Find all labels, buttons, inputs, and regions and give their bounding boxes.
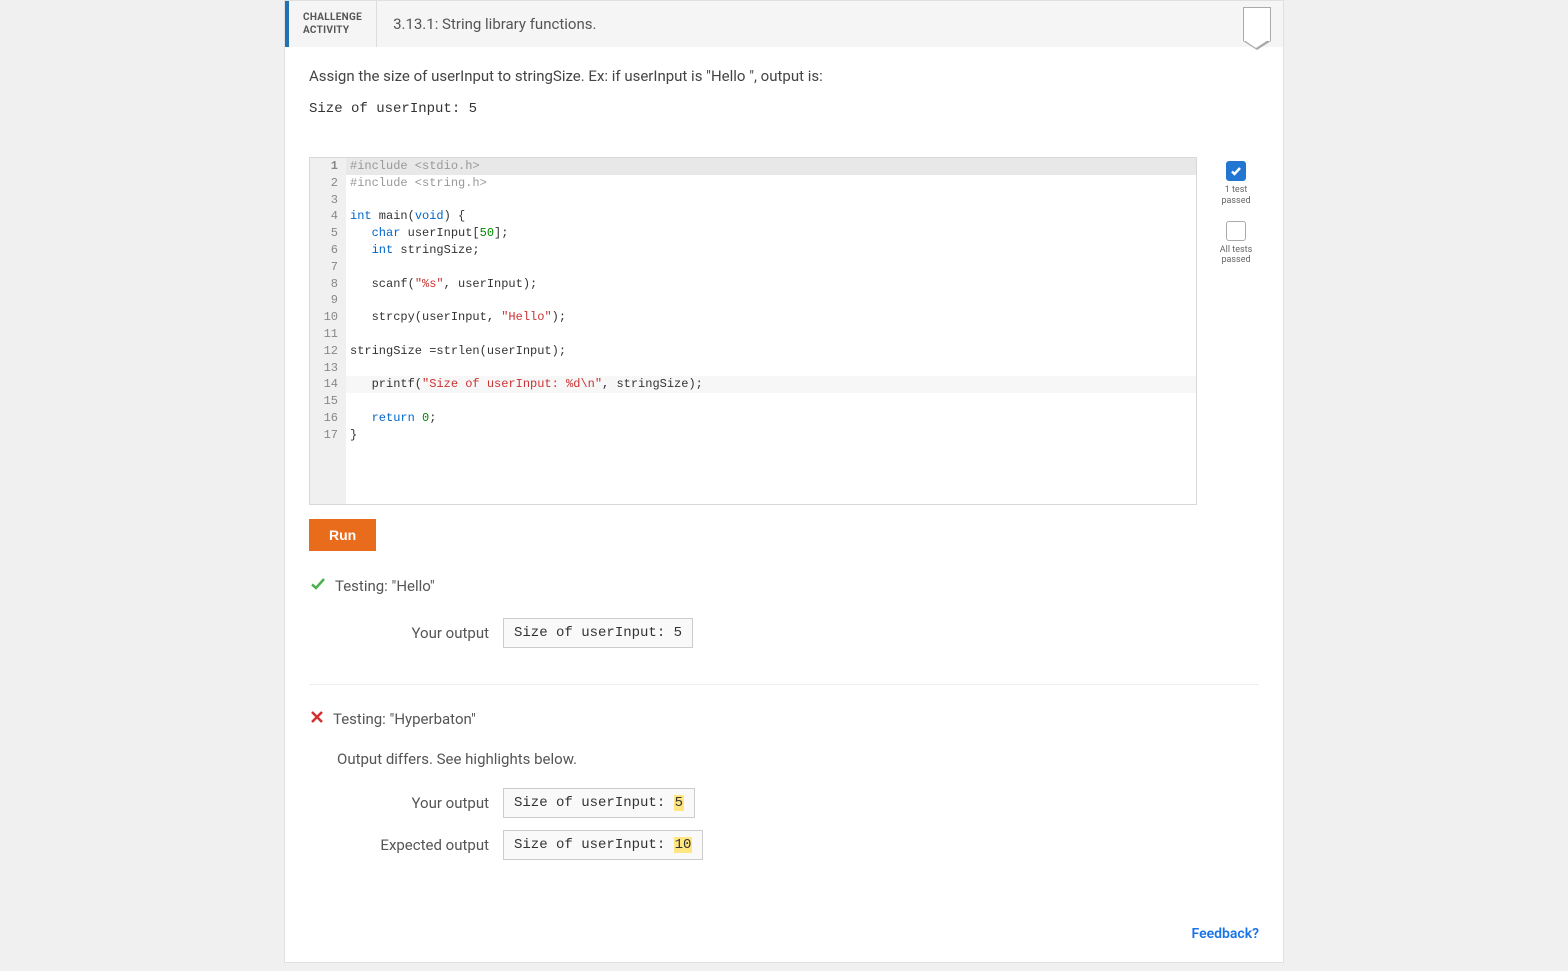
line-number: 9 xyxy=(310,292,346,309)
editor-wrap: 1#include <stdio.h>2#include <string.h>3… xyxy=(309,157,1259,505)
one-test-text: 1 test passed xyxy=(1213,185,1259,207)
line-number: 2 xyxy=(310,175,346,192)
line-number: 8 xyxy=(310,276,346,293)
code-line[interactable]: 16 return 0; xyxy=(310,410,1196,427)
code-line[interactable]: 1#include <stdio.h> xyxy=(310,158,1196,175)
code-editor[interactable]: 1#include <stdio.h>2#include <string.h>3… xyxy=(309,157,1197,505)
all-tests-text: All tests passed xyxy=(1213,245,1259,267)
output-label: Expected output xyxy=(369,836,489,854)
line-number: 16 xyxy=(310,410,346,427)
code-line[interactable]: 8 scanf("%s", userInput); xyxy=(310,276,1196,293)
diff-message: Output differs. See highlights below. xyxy=(337,750,1259,768)
cross-icon xyxy=(309,709,325,730)
output-label: Your output xyxy=(369,624,489,642)
code-text[interactable]: #include <string.h> xyxy=(346,175,1196,192)
code-line[interactable]: 17} xyxy=(310,427,1196,444)
code-line[interactable]: 5 char userInput[50]; xyxy=(310,225,1196,242)
line-number: 11 xyxy=(310,326,346,343)
challenge-label-1: CHALLENGE xyxy=(303,11,362,24)
line-number: 10 xyxy=(310,309,346,326)
code-line[interactable]: 7 xyxy=(310,259,1196,276)
code-line[interactable]: 4int main(void) { xyxy=(310,208,1196,225)
feedback-link[interactable]: Feedback? xyxy=(1192,926,1259,942)
line-number: 17 xyxy=(310,427,346,444)
output-row: Your output Size of userInput: 5 xyxy=(369,788,1259,818)
line-number: 6 xyxy=(310,242,346,259)
code-line[interactable]: 11 xyxy=(310,326,1196,343)
all-tests-passed-icon xyxy=(1226,221,1246,241)
code-text[interactable]: strcpy(userInput, "Hello"); xyxy=(346,309,1196,326)
code-text[interactable] xyxy=(346,360,1196,377)
instruction-text: Assign the size of userInput to stringSi… xyxy=(309,67,1259,85)
code-text[interactable] xyxy=(346,259,1196,276)
output-value: Size of userInput: 10 xyxy=(503,830,703,860)
output-row: Expected output Size of userInput: 10 xyxy=(369,830,1259,860)
code-text[interactable]: } xyxy=(346,427,1196,444)
line-number: 5 xyxy=(310,225,346,242)
line-number: 15 xyxy=(310,393,346,410)
code-text[interactable] xyxy=(346,393,1196,410)
example-output: Size of userInput: 5 xyxy=(309,101,1259,117)
line-number: 12 xyxy=(310,343,346,360)
test-block: Testing: "Hyperbaton" Output differs. See… xyxy=(309,709,1259,896)
code-line[interactable]: 10 strcpy(userInput, "Hello"); xyxy=(310,309,1196,326)
line-number: 4 xyxy=(310,208,346,225)
code-line[interactable]: 12stringSize =strlen(userInput); xyxy=(310,343,1196,360)
challenge-header: CHALLENGE ACTIVITY 3.13.1: String librar… xyxy=(285,1,1283,47)
run-button[interactable]: Run xyxy=(309,519,376,551)
output-row: Your output Size of userInput: 5 xyxy=(369,618,1259,648)
line-number: 14 xyxy=(310,376,346,393)
code-line[interactable]: 3 xyxy=(310,192,1196,209)
code-text[interactable]: int stringSize; xyxy=(346,242,1196,259)
code-line[interactable]: 15 xyxy=(310,393,1196,410)
code-text[interactable] xyxy=(346,192,1196,209)
check-icon xyxy=(309,575,327,598)
challenge-label-2: ACTIVITY xyxy=(303,24,362,37)
code-text[interactable]: scanf("%s", userInput); xyxy=(346,276,1196,293)
status-panel: 1 test passed All tests passed xyxy=(1213,157,1259,505)
code-text[interactable]: stringSize =strlen(userInput); xyxy=(346,343,1196,360)
content-area: Assign the size of userInput to stringSi… xyxy=(285,47,1283,962)
diff-highlight: 10 xyxy=(674,837,693,853)
code-line[interactable]: 2#include <string.h> xyxy=(310,175,1196,192)
line-number: 1 xyxy=(310,158,346,175)
output-label: Your output xyxy=(369,794,489,812)
code-line[interactable]: 13 xyxy=(310,360,1196,377)
code-text[interactable]: int main(void) { xyxy=(346,208,1196,225)
line-number: 3 xyxy=(310,192,346,209)
code-line[interactable]: 6 int stringSize; xyxy=(310,242,1196,259)
code-text[interactable]: return 0; xyxy=(346,410,1196,427)
test-title: Testing: "Hello" xyxy=(309,575,1259,598)
output-value: Size of userInput: 5 xyxy=(503,618,693,648)
code-text[interactable] xyxy=(346,326,1196,343)
challenge-label: CHALLENGE ACTIVITY xyxy=(289,1,377,47)
code-text[interactable]: char userInput[50]; xyxy=(346,225,1196,242)
test-title: Testing: "Hyperbaton" xyxy=(309,709,1259,730)
challenge-card: CHALLENGE ACTIVITY 3.13.1: String librar… xyxy=(284,0,1284,963)
feedback-row: Feedback? xyxy=(309,926,1259,942)
diff-highlight: 5 xyxy=(674,795,684,811)
test-title-text: Testing: "Hyperbaton" xyxy=(333,710,476,728)
output-value: Size of userInput: 5 xyxy=(503,788,695,818)
code-text[interactable]: printf("Size of userInput: %d\n", string… xyxy=(346,376,1196,393)
test-title-text: Testing: "Hello" xyxy=(335,577,435,595)
line-number: 7 xyxy=(310,259,346,276)
code-line[interactable]: 14 printf("Size of userInput: %d\n", str… xyxy=(310,376,1196,393)
code-text[interactable]: #include <stdio.h> xyxy=(346,158,1196,175)
code-line[interactable]: 9 xyxy=(310,292,1196,309)
code-text[interactable] xyxy=(346,292,1196,309)
bookmark-icon[interactable] xyxy=(1243,7,1271,41)
challenge-title: 3.13.1: String library functions. xyxy=(377,1,1231,47)
line-number: 13 xyxy=(310,360,346,377)
one-test-passed-icon xyxy=(1226,161,1246,181)
test-block: Testing: "Hello" Your output Size of userI… xyxy=(309,575,1259,685)
